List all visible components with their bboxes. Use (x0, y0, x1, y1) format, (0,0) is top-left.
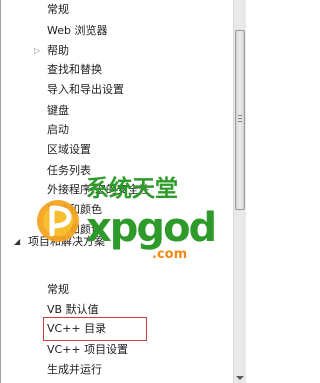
tree-item-label: 导入和导出设置 (47, 83, 124, 96)
tree-item-label: 常规 (47, 283, 69, 296)
tree-item-label: 字体和颜色 (47, 203, 102, 216)
tree-item-label: 外接程序/宏的安全性 (47, 183, 150, 196)
tree-item-label: VC++ 目录 (47, 322, 107, 335)
tree-item-label: 生成并运行 (47, 363, 102, 376)
vertical-scrollbar[interactable] (233, 0, 246, 383)
tree-item-label: 区域设置 (47, 143, 91, 156)
tree-item-label: 任务列表 (47, 164, 91, 177)
tree-item-label: 查找和替换 (47, 63, 102, 76)
tree-item-label: 帮助 (47, 44, 69, 57)
expand-arrow-icon[interactable]: ▷ (34, 47, 42, 55)
tree-item-label: 项目和解决方案 (28, 235, 105, 248)
expanded-arrow-icon[interactable]: ◢ (14, 238, 22, 246)
tree-item-label: Web 浏览器 (47, 24, 108, 37)
tree-item-label: VC++ 项目设置 (47, 343, 129, 356)
scroll-down-arrow-icon[interactable] (236, 376, 244, 380)
tree-item-label: 常规 (47, 3, 69, 16)
tree-item-label: 键盘 (47, 104, 69, 117)
options-tree[interactable]: 常规 Web 浏览器 ▷ 帮助 查找和替换 导入和导出设置 键盘 启动 区域设置… (0, 0, 233, 383)
scrollbar-thumb[interactable] (235, 30, 245, 210)
tree-item-label: 启动 (47, 123, 69, 136)
